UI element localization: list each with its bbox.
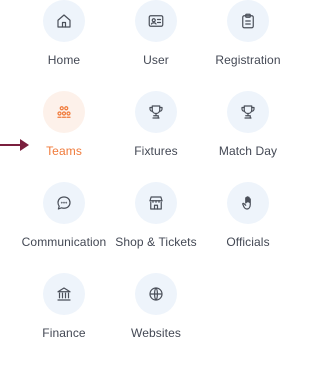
menu-item-home[interactable]: Home xyxy=(18,0,110,91)
menu-item-communication[interactable]: Communication xyxy=(18,182,110,273)
menu-item-user[interactable]: User xyxy=(110,0,202,91)
app-menu-grid: Home User Registration Teams Fixtures Ma… xyxy=(18,0,294,364)
hand-icon xyxy=(227,182,269,224)
menu-item-label: Websites xyxy=(131,326,181,340)
menu-item-label: Fixtures xyxy=(134,144,178,158)
menu-item-label: Home xyxy=(47,53,81,67)
menu-item-label: Officials xyxy=(226,235,270,249)
menu-item-label: Communication xyxy=(21,235,107,249)
menu-item-label: Match Day xyxy=(218,144,278,158)
menu-item-officials[interactable]: Officials xyxy=(202,182,294,273)
trophy-icon xyxy=(135,91,177,133)
teams-icon xyxy=(43,91,85,133)
clipboard-icon xyxy=(227,0,269,42)
menu-item-label: Shop & Tickets xyxy=(115,235,197,249)
menu-item-teams[interactable]: Teams xyxy=(18,91,110,182)
menu-item-fixtures[interactable]: Fixtures xyxy=(110,91,202,182)
menu-item-registration[interactable]: Registration xyxy=(202,0,294,91)
menu-item-label: Finance xyxy=(42,326,86,340)
bank-icon xyxy=(43,273,85,315)
menu-item-label: Registration xyxy=(215,53,281,67)
store-icon xyxy=(135,182,177,224)
menu-item-finance[interactable]: Finance xyxy=(18,273,110,364)
menu-item-match-day[interactable]: Match Day xyxy=(202,91,294,182)
menu-item-label: Teams xyxy=(46,144,82,158)
globe-icon xyxy=(135,273,177,315)
menu-item-websites[interactable]: Websites xyxy=(110,273,202,364)
trophy-icon xyxy=(227,91,269,133)
chat-bubble-icon xyxy=(43,182,85,224)
menu-item-label: User xyxy=(143,53,169,67)
home-icon xyxy=(43,0,85,42)
id-card-icon xyxy=(135,0,177,42)
menu-item-shop-tickets[interactable]: Shop & Tickets xyxy=(110,182,202,273)
